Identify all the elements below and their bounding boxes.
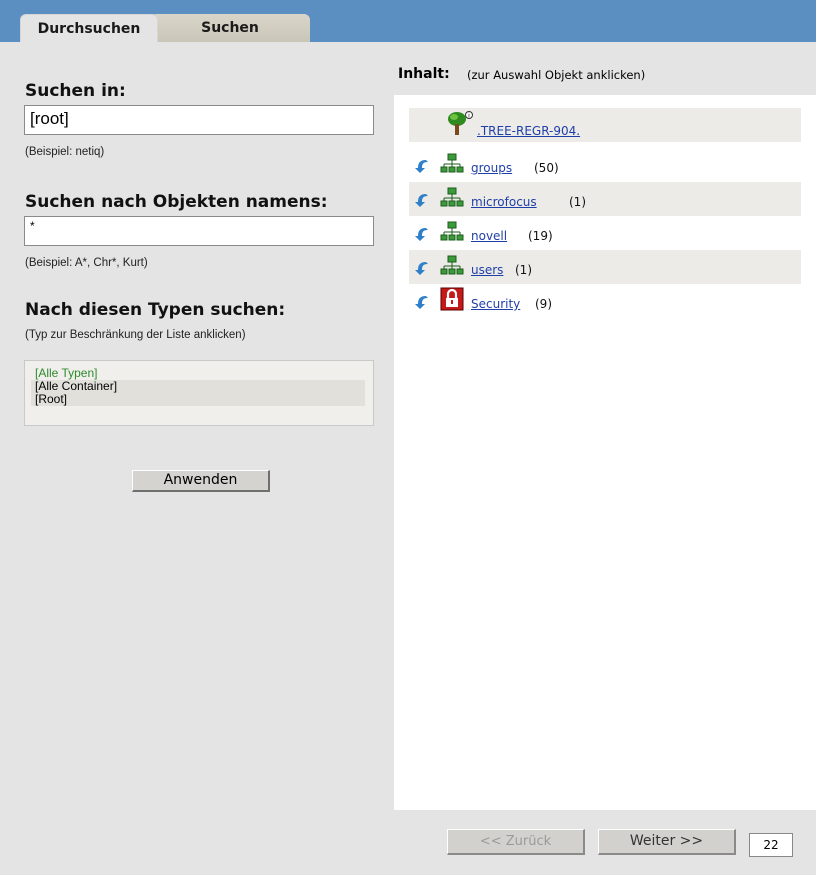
- page-size-input[interactable]: 22: [749, 833, 793, 857]
- next-button[interactable]: Weiter >>: [598, 829, 736, 855]
- search-in-hint: (Beispiel: netiq): [25, 146, 105, 158]
- search-names-input[interactable]: *: [24, 216, 374, 246]
- item-link-users[interactable]: users: [471, 263, 503, 277]
- prev-button[interactable]: << Zurück: [447, 829, 585, 855]
- container-icon: [440, 254, 464, 278]
- item-link-microfocus[interactable]: microfocus: [471, 195, 537, 209]
- navigate-up-icon[interactable]: [414, 226, 430, 242]
- item-link-novell[interactable]: novell: [471, 229, 507, 243]
- search-in-input[interactable]: [root]: [24, 105, 374, 135]
- type-list: [Alle Typen] [Alle Container] [Root]: [24, 360, 374, 426]
- tree-link[interactable]: .TREE-REGR-904.: [477, 124, 580, 138]
- pagination-bar: << Zurück Weiter >> 22: [394, 810, 816, 857]
- list-item: novell (19): [409, 216, 801, 250]
- navigate-up-icon[interactable]: [414, 158, 430, 174]
- tab-durchsuchen[interactable]: Durchsuchen: [20, 14, 158, 42]
- content-list: i .TREE-REGR-904. groups (50) microfocus: [394, 95, 816, 810]
- container-icon: [440, 220, 464, 244]
- list-item: microfocus (1): [409, 182, 801, 216]
- content-panel: Inhalt: (zur Auswahl Objekt anklicken) i…: [394, 42, 816, 875]
- types-heading: Nach diesen Typen suchen:: [25, 300, 286, 320]
- list-item: Security (9): [409, 284, 801, 318]
- item-count: (1): [569, 195, 586, 209]
- container-icon: [440, 186, 464, 210]
- tree-row: i .TREE-REGR-904.: [409, 108, 801, 142]
- tree-icon: i: [445, 110, 475, 138]
- item-link-security[interactable]: Security: [471, 297, 520, 311]
- navigate-up-icon[interactable]: [414, 294, 430, 310]
- types-hint: (Typ zur Beschränkung der Liste anklicke…: [25, 329, 246, 341]
- navigate-up-icon[interactable]: [414, 192, 430, 208]
- item-count: (50): [534, 161, 559, 175]
- list-item: users (1): [409, 250, 801, 284]
- item-count: (19): [528, 229, 553, 243]
- content-heading: Inhalt:: [398, 66, 450, 82]
- search-in-heading: Suchen in:: [25, 81, 126, 101]
- content-subheading: (zur Auswahl Objekt anklicken): [467, 68, 646, 82]
- search-names-heading: Suchen nach Objekten namens:: [25, 192, 328, 212]
- list-item: groups (50): [409, 148, 801, 182]
- navigate-up-icon[interactable]: [414, 260, 430, 276]
- item-link-groups[interactable]: groups: [471, 161, 512, 175]
- tab-suchen[interactable]: Suchen: [150, 14, 310, 42]
- type-item-alle-container[interactable]: [Alle Container]: [31, 380, 365, 393]
- search-names-hint: (Beispiel: A*, Chr*, Kurt): [25, 257, 148, 269]
- apply-button[interactable]: Anwenden: [132, 470, 270, 492]
- security-icon: [440, 287, 464, 311]
- search-panel: Suchen in: [root] (Beispiel: netiq) Such…: [0, 42, 394, 875]
- item-count: (1): [515, 263, 532, 277]
- item-count: (9): [535, 297, 552, 311]
- container-icon: [440, 152, 464, 176]
- type-item-root[interactable]: [Root]: [31, 393, 365, 406]
